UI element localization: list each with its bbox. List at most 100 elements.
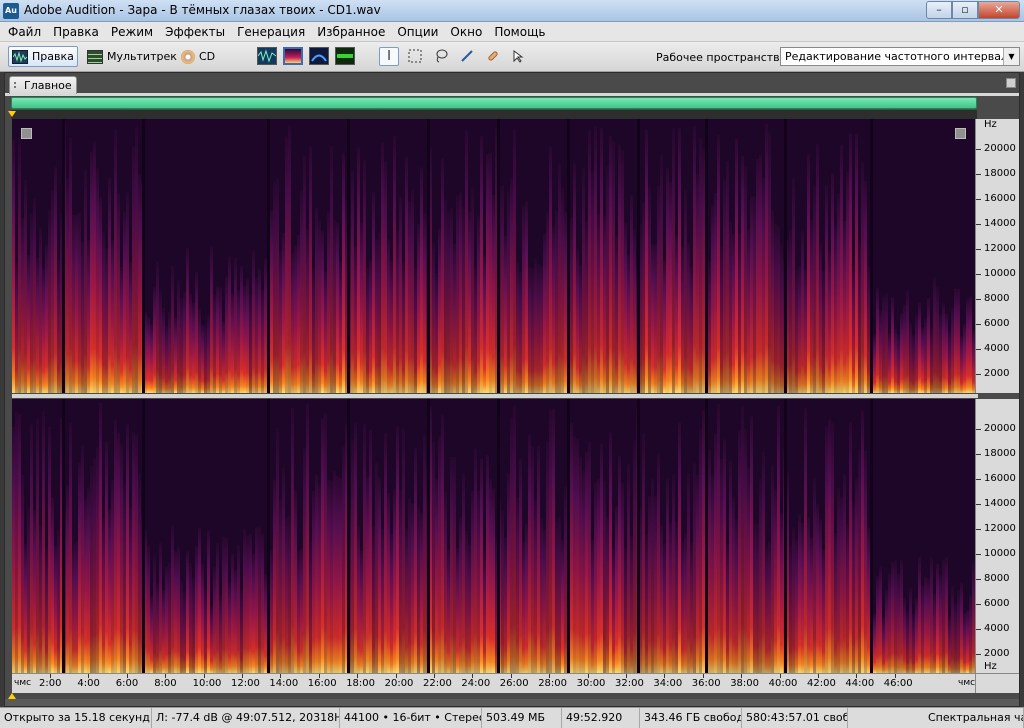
- spectral-column: [27, 507, 30, 673]
- lasso-tool-icon[interactable]: [431, 47, 451, 66]
- spectral-column: [381, 142, 384, 393]
- spectral-column: [474, 448, 477, 673]
- spectral-column: [552, 408, 555, 673]
- horizontal-scrollbar[interactable]: [5, 699, 1019, 706]
- frequency-ruler-left[interactable]: Hz 20000 18000 16000 14000 12000 10000 8000 6000…: [975, 119, 1019, 393]
- spectral-column: [105, 441, 108, 673]
- spectral-column: [792, 527, 795, 673]
- window-title: Adobe Audition - Зара - В тёмных глазах …: [24, 3, 381, 17]
- spectral-column: [258, 525, 261, 673]
- time-selection-tool-icon[interactable]: I: [379, 47, 399, 66]
- spectral-column: [855, 478, 858, 673]
- playhead-start-marker-icon[interactable]: [8, 111, 16, 117]
- spectral-column: [366, 476, 369, 673]
- spectral-column: [360, 550, 363, 673]
- zoom-in-corner-icon[interactable]: [955, 128, 966, 139]
- spectral-pan-view-icon[interactable]: [309, 47, 329, 65]
- menu-favorites[interactable]: Избранное: [311, 22, 391, 41]
- time-unit-label-start: чмс: [14, 678, 32, 688]
- menu-effects[interactable]: Эффекты: [159, 22, 231, 41]
- spectral-column: [789, 229, 792, 393]
- waveform-view-icon[interactable]: [257, 47, 277, 65]
- edit-view-button[interactable]: Правка: [8, 46, 78, 67]
- time-tick-label: 14:00: [269, 678, 299, 689]
- track-gap: [567, 119, 570, 393]
- scrub-tool-icon[interactable]: [509, 47, 529, 66]
- time-tick-label: 6:00: [115, 678, 139, 689]
- spectral-column: [501, 185, 504, 393]
- spectral-column: [204, 588, 207, 673]
- spectral-column: [24, 179, 27, 393]
- spectral-frequency-view-icon[interactable]: [283, 47, 303, 65]
- menu-view-mode[interactable]: Режим: [105, 22, 159, 41]
- minimize-button[interactable]: –: [926, 1, 952, 19]
- maximize-button[interactable]: ▫: [952, 1, 978, 19]
- spectral-column: [318, 484, 321, 673]
- frequency-tick-label: 4000: [984, 343, 1010, 354]
- time-tick-label: 28:00: [538, 678, 568, 689]
- spectral-column: [798, 514, 801, 673]
- spectral-column: [27, 254, 30, 393]
- spectral-column: [804, 268, 807, 393]
- spectral-column: [354, 246, 357, 393]
- spectral-column: [915, 315, 918, 393]
- spectral-column: [234, 569, 237, 673]
- menu-file[interactable]: Файл: [2, 22, 47, 41]
- menu-help[interactable]: Помощь: [488, 22, 551, 41]
- chevron-down-icon[interactable]: ▼: [1003, 48, 1019, 65]
- spectral-column: [969, 296, 972, 393]
- spectral-column: [480, 136, 483, 393]
- spectral-column: [372, 192, 375, 393]
- spectral-phase-view-icon[interactable]: [335, 47, 355, 65]
- spectral-column: [261, 533, 264, 673]
- menu-edit[interactable]: Правка: [47, 22, 105, 41]
- spectral-column: [720, 246, 723, 393]
- overview-range-bar[interactable]: [11, 97, 977, 109]
- workspace-select[interactable]: Редактирование частотного интервала ▼: [780, 47, 1020, 66]
- multitrack-view-button[interactable]: Мультитрек: [84, 46, 180, 67]
- spectral-column: [54, 166, 57, 393]
- spectral-column: [780, 244, 783, 393]
- frequency-tick-label: 16000: [984, 193, 1016, 204]
- spectral-column: [684, 188, 687, 393]
- panel-menu-icon[interactable]: [1006, 78, 1016, 88]
- spectral-column: [45, 244, 48, 393]
- menu-options[interactable]: Опции: [391, 22, 444, 41]
- status-view-mode: Спектральная част: [848, 708, 1024, 728]
- channel-divider: [12, 394, 978, 398]
- frequency-tick-label: 12000: [984, 243, 1016, 254]
- spectral-column: [264, 258, 267, 393]
- spectral-column: [723, 179, 726, 393]
- spectral-column: [927, 297, 930, 393]
- time-tick-label: 32:00: [615, 678, 644, 689]
- spectral-column: [396, 230, 399, 393]
- spectral-column: [462, 472, 465, 673]
- spectral-column: [21, 474, 24, 673]
- zoom-out-corner-icon[interactable]: [21, 128, 32, 139]
- spectral-column: [291, 407, 294, 673]
- spectral-display-left-channel[interactable]: [12, 119, 975, 393]
- spectral-column: [327, 479, 330, 673]
- spectral-column: [801, 523, 804, 673]
- spectral-column: [648, 187, 651, 393]
- track-gap: [497, 119, 500, 393]
- menu-window[interactable]: Окно: [444, 22, 488, 41]
- frequency-ruler-right[interactable]: Hz 20000 18000 16000 14000 12000 10000 8000 6000…: [975, 399, 1019, 673]
- spectral-column: [108, 177, 111, 393]
- spectral-column: [876, 576, 879, 673]
- track-gap: [870, 119, 873, 393]
- tab-main[interactable]: Главное: [9, 76, 77, 94]
- marquee-tool-icon[interactable]: [405, 47, 425, 66]
- close-button[interactable]: ✕: [978, 1, 1020, 19]
- spectral-column: [684, 533, 687, 673]
- spectral-column: [555, 521, 558, 673]
- spectral-column: [291, 252, 294, 393]
- spot-healing-tool-icon[interactable]: [483, 47, 503, 66]
- menu-generate[interactable]: Генерация: [231, 22, 311, 41]
- cd-view-button[interactable]: CD: [178, 46, 218, 67]
- spectral-display-right-channel[interactable]: [12, 399, 975, 673]
- time-ruler[interactable]: чмс чмс 2:00 4:00 6:00 8:00 10:00 12:00 14:00 16:…: [12, 673, 978, 693]
- spectral-column: [528, 434, 531, 673]
- spectral-column: [15, 412, 18, 673]
- paintbrush-tool-icon[interactable]: [457, 47, 477, 66]
